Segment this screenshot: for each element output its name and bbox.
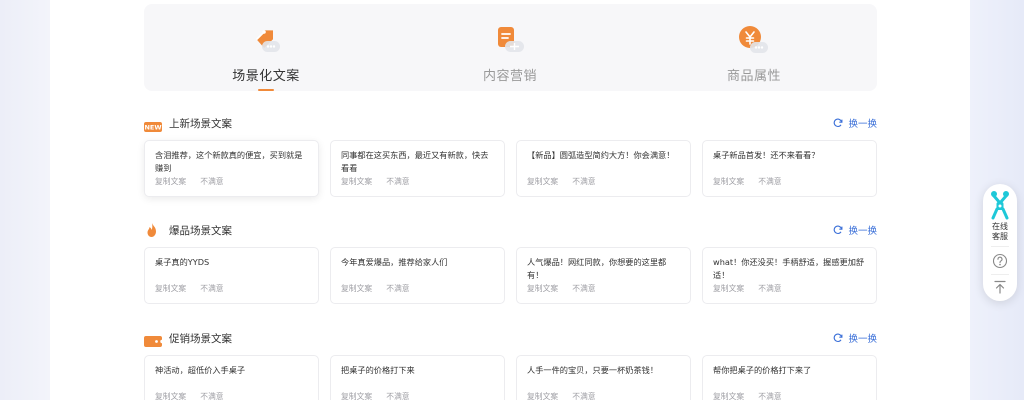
card-text: 人气爆品！网红同款，你想要的这里都有！ [527,257,667,280]
dislike-button[interactable]: 不满意 [758,391,781,400]
copy-card[interactable]: 【新品】圆弧造型简约大方！你会满意！ 复制文案 不满意 [516,140,691,197]
refresh-button[interactable]: 换一换 [833,223,877,237]
copy-button[interactable]: 复制文案 [341,283,372,294]
refresh-button[interactable]: 换一换 [833,116,877,130]
copy-card[interactable]: 今年真爱爆品，推荐给家人们 复制文案 不满意 [330,247,505,304]
card-text: 帮你把桌子的价格打下来了 [713,365,812,375]
copy-button[interactable]: 复制文案 [155,391,186,400]
dislike-button[interactable]: 不满意 [758,283,781,294]
card-text: 神活动，超低价入手桌子 [155,365,246,375]
robot-icon[interactable] [990,190,1010,224]
copy-card[interactable]: 桌子新品首发！还不来看看？ 复制文案 不满意 [702,140,877,197]
section-header: 促销场景文案 换一换 [144,329,877,349]
copy-card[interactable]: 帮你把桌子的价格打下来了 复制文案 不满意 [702,355,877,400]
copy-button[interactable]: 复制文案 [341,176,372,187]
copy-card[interactable]: what！你还没买！手柄舒适，握感更加舒适！ 复制文案 不满意 [702,247,877,304]
card-row: 神活动，超低价入手桌子 复制文案 不满意 把桌子的价格打下来 复制文案 不满意 人手… [144,355,877,400]
dislike-button[interactable]: 不满意 [572,391,595,400]
tab-content-marketing[interactable]: 内容营销 [388,4,632,91]
section-header: NEW 上新场景文案 换一换 [144,114,877,134]
section-new-arrivals: NEW 上新场景文案 换一换 含泪推荐，这个新款真的便宜，买到就是赚到 复制文案… [144,114,877,200]
refresh-label: 换一换 [848,119,877,130]
active-tab-indicator [258,89,274,91]
card-text: 人手一件的宝贝，只要一杯奶茶钱！ [527,365,659,375]
section-title: 爆品场景文案 [169,225,232,237]
divider [991,274,1009,275]
back-to-top-icon[interactable] [992,279,1008,299]
card-text: 含泪推荐，这个新款真的便宜，买到就是赚到 [155,150,303,173]
dislike-button[interactable]: 不满意 [200,176,223,187]
tab-label: 内容营销 [482,69,537,84]
widget-text-line: 在线 [992,222,1008,231]
refresh-icon [834,118,843,128]
tab-label: 商品属性 [726,69,781,84]
tab-product-attributes[interactable]: 商品属性 [632,4,876,91]
card-text: 【新品】圆弧造型简约大方！你会满意！ [527,150,675,160]
dislike-button[interactable]: 不满意 [572,176,595,187]
floating-service-widget: 在线 客服 [983,184,1017,301]
copy-button[interactable]: 复制文案 [155,176,186,187]
section-title: 促销场景文案 [169,333,232,345]
card-text: 桌子新品首发！还不来看看？ [713,150,820,160]
copy-button[interactable]: 复制文案 [155,283,186,294]
refresh-label: 换一换 [848,334,877,345]
dislike-button[interactable]: 不满意 [200,283,223,294]
card-text: 同事都在这买东西，最近又有新款，快去看看 [341,150,489,173]
copy-card[interactable]: 同事都在这买东西，最近又有新款，快去看看 复制文案 不满意 [330,140,505,197]
dislike-button[interactable]: 不满意 [386,391,409,400]
section-header: 爆品场景文案 换一换 [144,221,877,241]
card-text: 今年真爱爆品，推荐给家人们 [341,257,448,267]
copy-button[interactable]: 复制文案 [713,283,744,294]
coupon-icon [144,332,162,351]
copy-button[interactable]: 复制文案 [713,391,744,400]
dislike-button[interactable]: 不满意 [200,391,223,400]
help-icon[interactable] [992,253,1008,273]
section-title: 上新场景文案 [169,118,232,130]
online-service-button[interactable]: 在线 客服 [983,222,1017,242]
section-promotion: 促销场景文案 换一换 神活动，超低价入手桌子 复制文案 不满意 把桌子的价格打下来… [144,329,877,400]
main-content: 场景化文案 内容营销 商品属性 NEW 上新场景文案 换一换 含泪推荐，这个新款… [144,0,877,400]
widget-text-line: 客服 [992,232,1008,241]
copy-button[interactable]: 复制文案 [527,176,558,187]
copy-card[interactable]: 桌子真的YYDS 复制文案 不满意 [144,247,319,304]
card-row: 桌子真的YYDS 复制文案 不满意 今年真爱爆品，推荐给家人们 复制文案 不满意 人… [144,247,877,304]
dislike-button[interactable]: 不满意 [386,283,409,294]
new-badge-text: NEW [144,124,161,132]
copy-card[interactable]: 人气爆品！网红同款，你想要的这里都有！ 复制文案 不满意 [516,247,691,304]
copy-card[interactable]: 人手一件的宝贝，只要一杯奶茶钱！ 复制文案 不满意 [516,355,691,400]
category-tab-bar: 场景化文案 内容营销 商品属性 [144,4,877,91]
new-badge-icon: NEW [144,117,162,136]
card-row: 含泪推荐，这个新款真的便宜，买到就是赚到 复制文案 不满意 同事都在这买东西，最近… [144,140,877,197]
copy-button[interactable]: 复制文案 [713,176,744,187]
copy-card[interactable]: 神活动，超低价入手桌子 复制文案 不满意 [144,355,319,400]
document-icon [493,24,527,58]
refresh-icon [834,225,843,235]
tab-label: 场景化文案 [232,69,300,84]
refresh-icon [834,333,843,343]
flame-icon [144,222,160,242]
copy-card[interactable]: 把桌子的价格打下来 复制文案 不满意 [330,355,505,400]
yen-icon [737,24,771,58]
copy-button[interactable]: 复制文案 [527,283,558,294]
divider [991,246,1009,247]
card-text: 把桌子的价格打下来 [341,365,415,375]
tag-icon [249,24,283,58]
copy-button[interactable]: 复制文案 [527,391,558,400]
dislike-button[interactable]: 不满意 [572,283,595,294]
copy-card[interactable]: 含泪推荐，这个新款真的便宜，买到就是赚到 复制文案 不满意 [144,140,319,197]
tab-scene-copy[interactable]: 场景化文案 [144,4,388,91]
copy-button[interactable]: 复制文案 [341,391,372,400]
card-text: what！你还没买！手柄舒适，握感更加舒适！ [713,257,865,280]
refresh-button[interactable]: 换一换 [833,331,877,345]
dislike-button[interactable]: 不满意 [386,176,409,187]
dislike-button[interactable]: 不满意 [758,176,781,187]
card-text: 桌子真的YYDS [155,257,210,267]
section-hot-products: 爆品场景文案 换一换 桌子真的YYDS 复制文案 不满意 今年真爱爆品，推荐给家人… [144,221,877,307]
refresh-label: 换一换 [848,226,877,237]
